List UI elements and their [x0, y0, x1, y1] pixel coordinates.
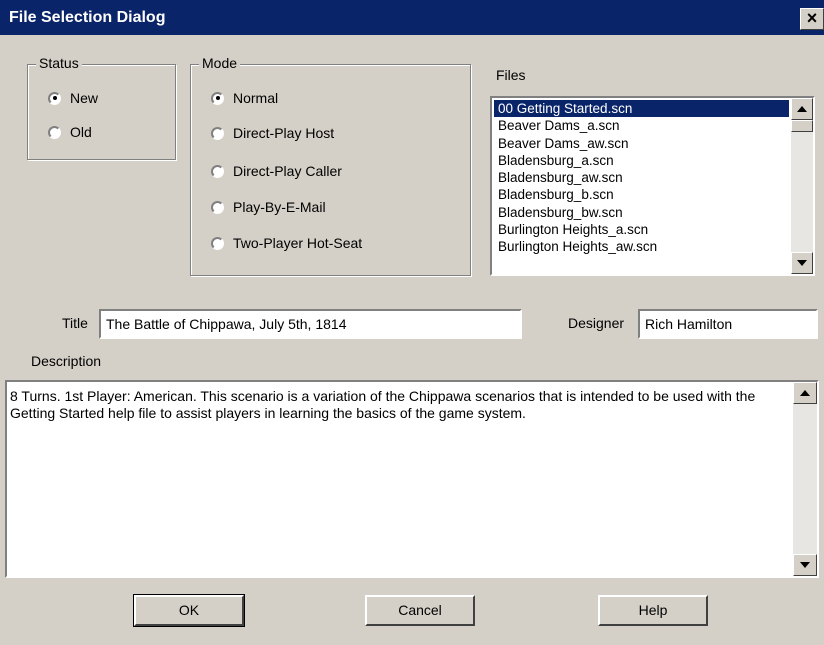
close-icon: ×	[806, 8, 818, 28]
list-item[interactable]: Bladensburg_a.scn	[494, 152, 789, 169]
help-button[interactable]: Help	[598, 595, 708, 626]
mode-direct-play-caller-radio[interactable]: Direct-Play Caller	[211, 163, 342, 179]
file-selection-dialog: File Selection Dialog × Status New Old M…	[0, 0, 824, 645]
scroll-up-button[interactable]	[793, 382, 817, 404]
arrow-down-icon	[800, 562, 810, 568]
files-scrollbar[interactable]	[791, 98, 813, 274]
scroll-thumb[interactable]	[791, 120, 813, 132]
list-item[interactable]: Bladensburg_bw.scn	[494, 204, 789, 221]
description-label: Description	[31, 353, 102, 369]
list-item[interactable]: Bladensburg_b.scn	[494, 186, 789, 203]
scroll-up-button[interactable]	[791, 98, 813, 120]
list-item[interactable]: 00 Getting Started.scn	[494, 100, 789, 118]
files-list: 00 Getting Started.scn Beaver Dams_a.scn…	[494, 100, 789, 256]
status-new-label: New	[70, 90, 99, 106]
list-item[interactable]: Beaver Dams_aw.scn	[494, 135, 789, 152]
window-title: File Selection Dialog	[9, 9, 166, 26]
mode-direct-play-host-label: Direct-Play Host	[233, 125, 335, 141]
description-textarea[interactable]: 8 Turns. 1st Player: American. This scen…	[5, 380, 819, 578]
arrow-up-icon	[800, 390, 810, 396]
arrow-down-icon	[797, 260, 807, 266]
radio-unselected-icon	[211, 200, 224, 214]
status-group: Status New Old	[27, 55, 176, 160]
close-button[interactable]: ×	[800, 8, 824, 30]
mode-normal-radio[interactable]: Normal	[211, 90, 278, 106]
status-old-label: Old	[70, 124, 92, 140]
mode-group: Mode Normal Direct-Play Host Direct-Play…	[190, 55, 471, 276]
radio-selected-icon	[211, 91, 224, 105]
list-item[interactable]: Beaver Dams_a.scn	[494, 117, 789, 134]
files-listbox[interactable]: 00 Getting Started.scn Beaver Dams_a.scn…	[490, 96, 815, 276]
scroll-down-button[interactable]	[793, 554, 817, 576]
list-item[interactable]: Burlington Heights_a.scn	[494, 221, 789, 238]
radio-unselected-icon	[48, 125, 61, 139]
title-label: Title	[62, 315, 88, 331]
mode-normal-label: Normal	[233, 90, 279, 106]
mode-direct-play-host-radio[interactable]: Direct-Play Host	[211, 125, 334, 141]
status-old-radio[interactable]: Old	[48, 124, 92, 140]
radio-unselected-icon	[211, 236, 224, 250]
status-legend: Status	[36, 55, 82, 71]
mode-legend: Mode	[199, 55, 241, 71]
mode-direct-play-caller-label: Direct-Play Caller	[233, 163, 342, 179]
radio-selected-icon	[48, 91, 61, 105]
mode-two-player-hot-seat-radio[interactable]: Two-Player Hot-Seat	[211, 235, 362, 251]
title-input[interactable]: The Battle of Chippawa, July 5th, 1814	[99, 309, 522, 339]
arrow-up-icon	[797, 106, 807, 112]
description-scrollbar[interactable]	[793, 382, 817, 576]
mode-play-by-email-radio[interactable]: Play-By-E-Mail	[211, 199, 326, 215]
scroll-down-button[interactable]	[791, 252, 813, 274]
cancel-button[interactable]: Cancel	[365, 595, 475, 626]
list-item[interactable]: Bladensburg_aw.scn	[494, 169, 789, 186]
designer-input[interactable]: Rich Hamilton	[638, 309, 818, 339]
files-label: Files	[496, 67, 526, 83]
list-item[interactable]: Burlington Heights_aw.scn	[494, 238, 789, 255]
ok-button[interactable]: OK	[133, 594, 245, 627]
status-new-radio[interactable]: New	[48, 90, 98, 106]
title-bar[interactable]: File Selection Dialog ×	[0, 0, 824, 35]
radio-unselected-icon	[211, 126, 224, 140]
mode-play-by-email-label: Play-By-E-Mail	[233, 199, 326, 215]
mode-two-player-hot-seat-label: Two-Player Hot-Seat	[233, 235, 363, 251]
radio-unselected-icon	[211, 164, 224, 178]
designer-label: Designer	[568, 315, 625, 331]
description-text: 8 Turns. 1st Player: American. This scen…	[10, 388, 756, 421]
